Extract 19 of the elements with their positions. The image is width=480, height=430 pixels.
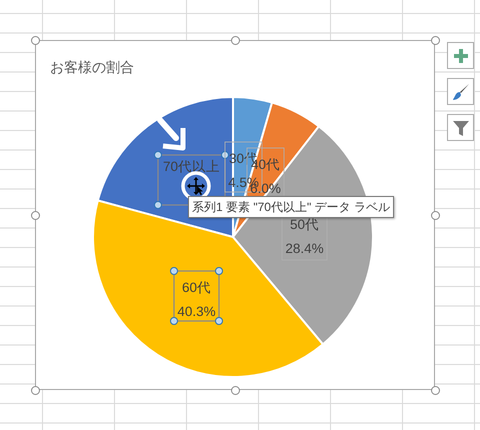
filter-icon (452, 118, 470, 136)
resize-handle[interactable] (30, 386, 40, 394)
resize-handle[interactable] (30, 36, 40, 44)
move-cursor-icon (187, 177, 205, 195)
data-label-percent: 40.3% (177, 304, 216, 319)
chart-styles-button[interactable] (447, 78, 474, 105)
data-label-category: 60代 (182, 280, 212, 295)
resize-handle[interactable] (430, 36, 440, 44)
chart-filters-button[interactable] (447, 114, 474, 141)
data-label-category: 50代 (290, 217, 320, 232)
chart-title: お客様の割合 (50, 58, 134, 77)
paintbrush-icon (452, 82, 470, 100)
data-label-percent: 28.4% (285, 241, 324, 256)
plus-icon (454, 48, 468, 62)
tooltip: 系列1 要素 "70代以上" データ ラベル (188, 196, 394, 218)
resize-handle[interactable] (230, 36, 240, 44)
resize-handle[interactable] (30, 210, 40, 220)
highlight-circle (181, 171, 211, 201)
chart-elements-button[interactable] (447, 42, 474, 69)
